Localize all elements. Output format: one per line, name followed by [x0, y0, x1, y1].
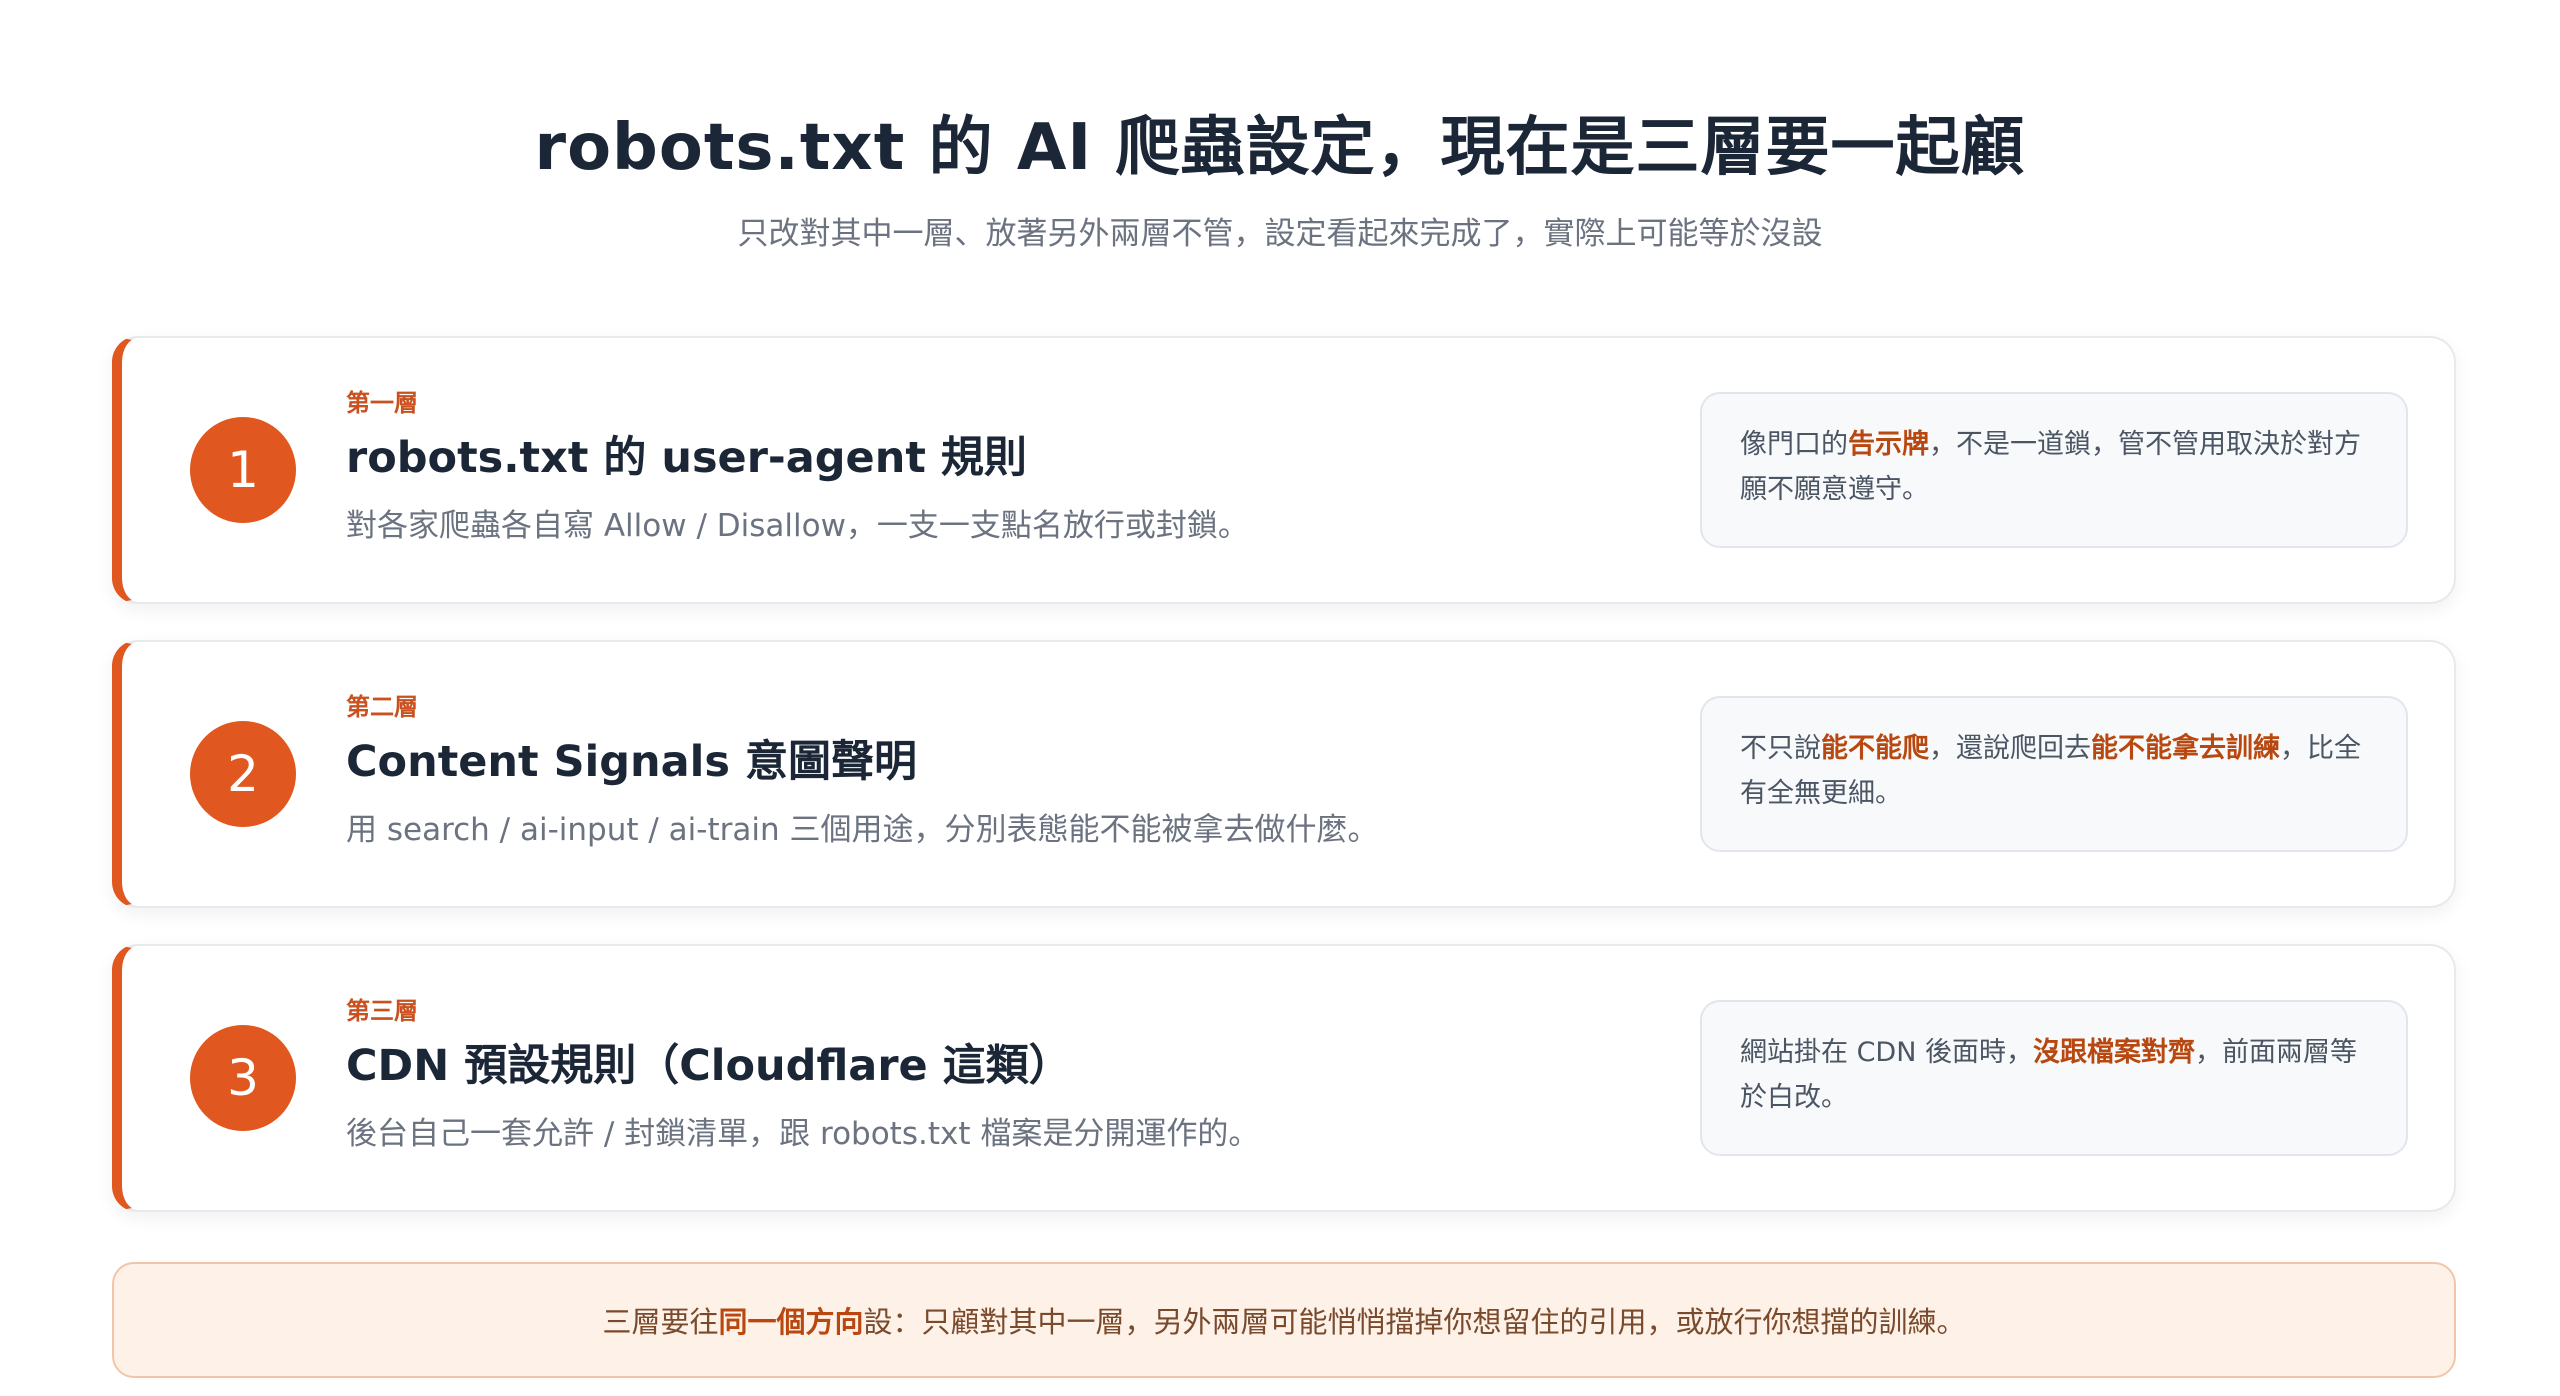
- layer-description: 用 search / ai-input / ai-train 三個用途，分別表態…: [346, 812, 1379, 848]
- step-number-badge: 1: [190, 417, 296, 523]
- note-highlight: 能不能拿去訓練: [2091, 733, 2280, 764]
- layer-label: 第二層: [346, 693, 418, 721]
- layer-card-3: 3 第三層 CDN 預設規則（Cloudflare 這類） 後台自己一套允許 /…: [112, 944, 2456, 1212]
- layer-description: 後台自己一套允許 / 封鎖清單，跟 robots.txt 檔案是分開運作的。: [346, 1116, 1260, 1152]
- layer-label: 第一層: [346, 389, 418, 417]
- layer-card-2: 2 第二層 Content Signals 意圖聲明 用 search / ai…: [112, 640, 2456, 908]
- page: robots.txt 的 AI 爬蟲設定，現在是三層要一起顧 只改對其中一層、放…: [0, 0, 2560, 1396]
- layer-note: 網站掛在 CDN 後面時，沒跟檔案對齊，前面兩層等於白改。: [1700, 1000, 2408, 1156]
- step-number-badge: 2: [190, 721, 296, 827]
- note-highlight: 能不能爬: [1821, 733, 1929, 764]
- layer-title: robots.txt 的 user-agent 規則: [346, 433, 1027, 483]
- note-text: 像門口的: [1740, 429, 1848, 460]
- layer-note: 像門口的告示牌，不是一道鎖，管不管用取決於對方願不願意遵守。: [1700, 392, 2408, 548]
- note-highlight: 告示牌: [1848, 429, 1929, 460]
- layer-card-1: 1 第一層 robots.txt 的 user-agent 規則 對各家爬蟲各自…: [112, 336, 2456, 604]
- note-text: 網站掛在 CDN 後面時，: [1740, 1037, 2034, 1068]
- summary-highlight: 同一個方向: [718, 1305, 864, 1339]
- page-title: robots.txt 的 AI 爬蟲設定，現在是三層要一起顧: [534, 111, 2026, 185]
- note-text: 不只說: [1740, 733, 1821, 764]
- layer-title: CDN 預設規則（Cloudflare 這類）: [346, 1041, 1072, 1091]
- summary-callout: 三層要往 同一個方向 設：只顧對其中一層，另外兩層可能悄悄擋掉你想留住的引用，或放行…: [112, 1262, 2456, 1378]
- layer-note: 不只說能不能爬，還說爬回去能不能拿去訓練，比全有全無更細。: [1700, 696, 2408, 852]
- summary-text: 三層要往: [602, 1305, 719, 1339]
- note-text: ，還說爬回去: [1929, 733, 2091, 764]
- note-highlight: 沒跟檔案對齊: [2033, 1037, 2196, 1068]
- step-number-badge: 3: [190, 1025, 296, 1131]
- summary-text: 設：只顧對其中一層，另外兩層可能悄悄擋掉你想留住的引用，或放行你想擋的訓練。: [863, 1305, 1966, 1339]
- layer-label: 第三層: [346, 997, 418, 1025]
- layer-description: 對各家爬蟲各自寫 Allow / Disallow，一支一支點名放行或封鎖。: [346, 508, 1249, 544]
- layer-title: Content Signals 意圖聲明: [346, 737, 917, 787]
- page-subtitle: 只改對其中一層、放著另外兩層不管，設定看起來完成了，實際上可能等於沒設: [737, 216, 1823, 252]
